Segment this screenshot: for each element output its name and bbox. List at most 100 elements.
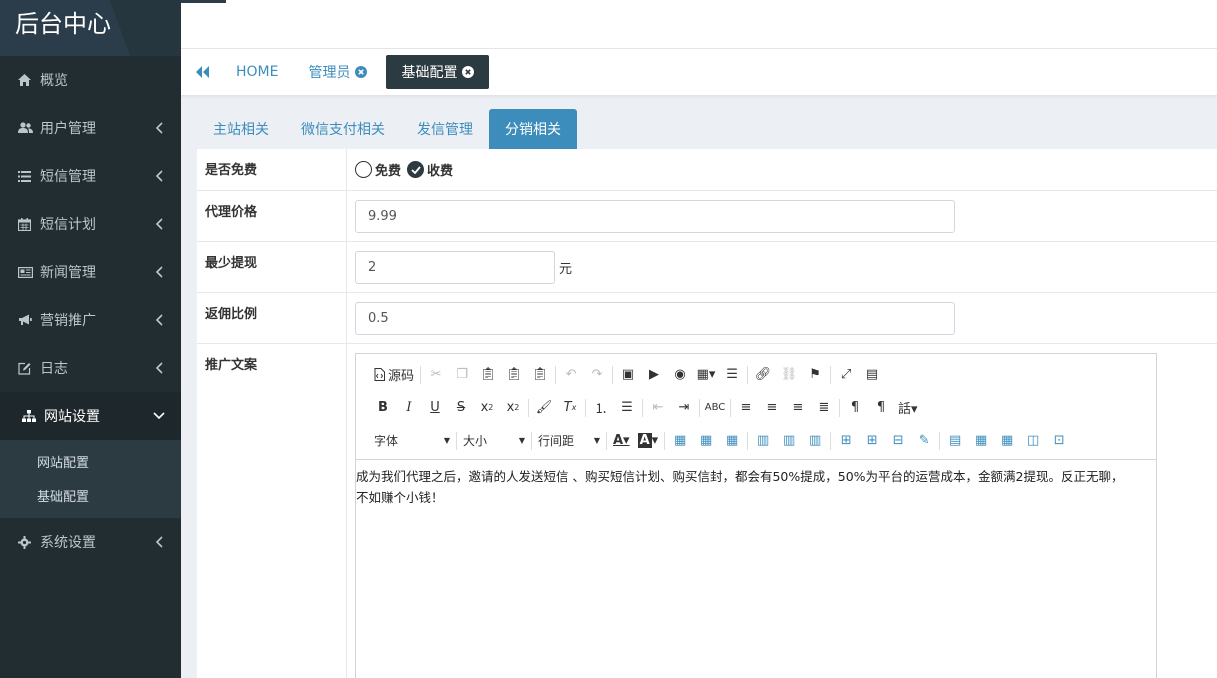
align-center-icon[interactable]: ≡ <box>759 397 785 419</box>
copy-icon[interactable]: ❐ <box>449 364 475 386</box>
highlight-color-icon[interactable]: A ▾ <box>634 430 663 452</box>
video-icon[interactable]: ▶ <box>641 364 667 386</box>
align-right-icon[interactable]: ≡ <box>785 397 811 419</box>
justify-icon[interactable]: ≣ <box>811 397 837 419</box>
bullhorn-icon <box>18 314 40 326</box>
indent-icon[interactable]: ⇥ <box>671 397 697 419</box>
table-icon[interactable]: ▦▾ <box>693 364 719 386</box>
sidebar-item-log[interactable]: 日志 <box>0 344 181 392</box>
sidebar-item-system-settings[interactable]: 系统设置 <box>0 518 181 566</box>
caret-down-icon: ▼ <box>593 436 600 445</box>
close-circle-icon[interactable] <box>462 66 475 78</box>
table-delete-icon[interactable]: ⊟ <box>885 430 911 452</box>
font-size-label: 大小 <box>463 434 488 448</box>
align-left-icon[interactable]: ≡ <box>733 397 759 419</box>
tab-distribution[interactable]: 分销相关 <box>489 109 577 149</box>
rtl-icon[interactable]: ¶ <box>868 397 894 419</box>
sidebar-item-label: 网站设置 <box>44 409 100 425</box>
image-icon[interactable]: ▣ <box>615 364 641 386</box>
italic-icon[interactable]: I <box>396 397 422 419</box>
sidebar-item-news[interactable]: 新闻管理 <box>0 248 181 296</box>
radio-free[interactable]: 免费 <box>355 160 401 179</box>
preview-icon[interactable]: ▤ <box>859 364 885 386</box>
sidebar-item-sms[interactable]: 短信管理 <box>0 152 181 200</box>
editor-text-line: 不如赚个小钱！ <box>356 490 444 505</box>
font-family-select[interactable]: 字体 ▼ <box>370 432 454 449</box>
ltr-icon[interactable]: ¶ <box>842 397 868 419</box>
spellcheck-icon[interactable]: ABC <box>702 397 728 419</box>
cell-split-icon[interactable]: ▦ <box>968 430 994 452</box>
table-merge-right-icon[interactable]: ⊞ <box>859 430 885 452</box>
outdent-icon[interactable]: ⇤ <box>645 397 671 419</box>
paste-icon[interactable]: 📋︎ <box>475 364 501 386</box>
page-tab-admin[interactable]: 管理员 <box>293 55 382 89</box>
cell-split-row-icon[interactable]: ▦ <box>994 430 1020 452</box>
page-tab-basic-config[interactable]: 基础配置 <box>386 55 490 89</box>
table-merge-left-icon[interactable]: ⊞ <box>833 430 859 452</box>
table-col-after-icon[interactable]: ▥ <box>776 430 802 452</box>
font-color-icon[interactable]: A▾ <box>609 430 634 452</box>
commission-input[interactable]: 0.5 <box>355 301 955 335</box>
subscript-icon[interactable]: x2 <box>474 397 500 419</box>
underline-icon[interactable]: U <box>422 397 448 419</box>
min-withdraw-input[interactable]: 2 <box>355 250 555 284</box>
table-insert-icon[interactable]: ▦ <box>667 430 693 452</box>
redo-icon[interactable]: ↷ <box>584 364 610 386</box>
tab-sending[interactable]: 发信管理 <box>401 109 489 149</box>
paste-word-icon[interactable]: 📋︎ <box>527 364 553 386</box>
font-size-select[interactable]: 大小 ▼ <box>459 432 529 449</box>
table-edit-icon[interactable]: ✎ <box>911 430 937 452</box>
bold-icon[interactable]: B <box>370 397 396 419</box>
sidebar-subitem-site-config[interactable]: 网站配置 <box>0 444 181 478</box>
unordered-list-icon[interactable]: ☰ <box>614 397 640 419</box>
content-tabs: 主站相关 微信支付相关 发信管理 分销相关 <box>197 109 1217 149</box>
brand-logo[interactable]: 后台中心 <box>0 0 181 56</box>
horizontal-rule-icon[interactable]: ☰ <box>719 364 745 386</box>
language-icon[interactable]: 話▾ <box>894 397 922 419</box>
flash-icon[interactable]: ◉ <box>667 364 693 386</box>
sidebar-item-site-settings[interactable]: 网站设置 <box>0 392 181 440</box>
sidebar-subitem-basic-config[interactable]: 基础配置 <box>0 478 181 512</box>
table-col-before-icon[interactable]: ▥ <box>750 430 776 452</box>
gear-icon <box>18 535 40 549</box>
editor-body[interactable]: 成为我们代理之后，邀请的人发送短信 、购买短信计划、购买信封，都会有50%提成，… <box>356 460 1156 508</box>
fullscreen-icon[interactable]: ⤢ <box>833 364 859 386</box>
format-painter-icon[interactable]: 🖌︎ <box>531 397 557 419</box>
cut-icon[interactable]: ✂ <box>423 364 449 386</box>
close-circle-icon[interactable] <box>355 66 368 78</box>
cell-merge-icon[interactable]: ▤ <box>942 430 968 452</box>
chevron-left-icon <box>151 264 167 280</box>
sidebar-item-overview[interactable]: 概览 <box>0 56 181 104</box>
table-row-delete-icon[interactable]: ▦ <box>719 430 745 452</box>
clear-format-icon[interactable]: Tx <box>557 397 583 419</box>
line-height-select[interactable]: 行间距 ▼ <box>534 432 604 449</box>
sidebar-toggle[interactable] <box>181 0 226 3</box>
table-col-delete-icon[interactable]: ▥ <box>802 430 828 452</box>
anchor-flag-icon[interactable]: ⚑ <box>802 364 828 386</box>
cell-properties-icon[interactable]: ⊡ <box>1046 430 1072 452</box>
page-tab-home[interactable]: HOME <box>221 55 293 89</box>
unlink-icon[interactable]: ⛓ <box>776 364 802 386</box>
paste-text-icon[interactable]: 📋︎ <box>501 364 527 386</box>
link-icon[interactable]: 🔗︎ <box>750 364 776 386</box>
superscript-icon[interactable]: x2 <box>500 397 526 419</box>
sidebar-item-sms-plan[interactable]: 短信计划 <box>0 200 181 248</box>
tab-main-site[interactable]: 主站相关 <box>197 109 285 149</box>
distribution-form: 是否免费 免费 收费 代理价格 9.99 最少提现 2 元 返佣比例 0.5 推… <box>197 149 1217 678</box>
calendar-icon <box>18 217 40 231</box>
source-button[interactable]: 源码 <box>370 364 418 386</box>
tabs-scroll-left-button[interactable] <box>181 66 221 78</box>
form-row-commission: 返佣比例 0.5 <box>197 293 1217 344</box>
chevron-down-icon <box>151 408 167 424</box>
sidebar-item-users[interactable]: 用户管理 <box>0 104 181 152</box>
tab-wechat-pay[interactable]: 微信支付相关 <box>285 109 401 149</box>
edit-icon <box>18 362 40 375</box>
undo-icon[interactable]: ↶ <box>558 364 584 386</box>
table-row-insert-icon[interactable]: ▦ <box>693 430 719 452</box>
ordered-list-icon[interactable]: ⒈ <box>588 397 614 419</box>
agent-price-input[interactable]: 9.99 <box>355 199 955 233</box>
radio-paid[interactable]: 收费 <box>407 160 453 179</box>
strikethrough-icon[interactable]: S <box>448 397 474 419</box>
sidebar-item-marketing[interactable]: 营销推广 <box>0 296 181 344</box>
cell-split-col-icon[interactable]: ◫ <box>1020 430 1046 452</box>
